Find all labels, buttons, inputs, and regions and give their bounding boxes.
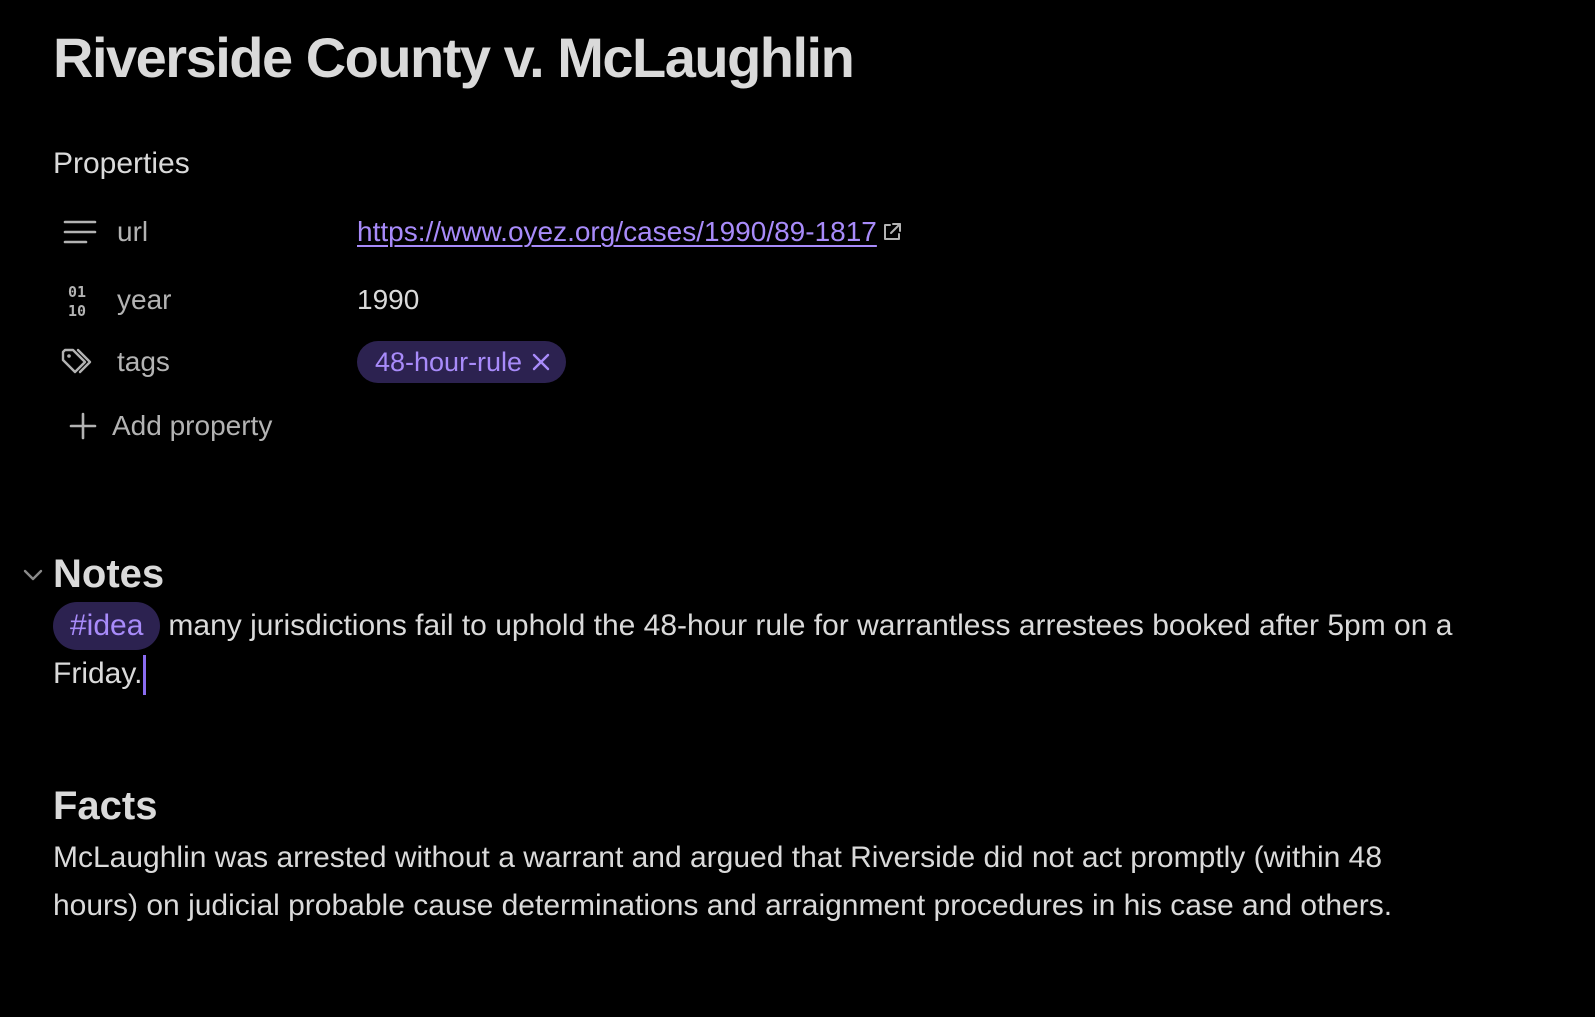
- property-value-tags: 48-hour-rule: [357, 341, 567, 383]
- notes-heading[interactable]: Notes: [53, 548, 164, 600]
- property-row-tags: tags 48-hour-rule: [60, 338, 567, 386]
- hashtag-idea[interactable]: #idea: [53, 602, 161, 650]
- chevron-down-icon[interactable]: [20, 562, 46, 588]
- notes-text: many jurisdictions fail to uphold the 48…: [53, 609, 1453, 690]
- text-lines-icon[interactable]: [60, 212, 100, 252]
- property-row-url: url https://www.oyez.org/cases/1990/89-1…: [60, 208, 901, 256]
- url-link[interactable]: https://www.oyez.org/cases/1990/89-1817: [357, 216, 877, 248]
- property-row-year: 01 10 year 1990: [60, 276, 419, 324]
- property-name-url[interactable]: url: [117, 216, 148, 248]
- tags-icon[interactable]: [60, 342, 100, 382]
- facts-heading[interactable]: Facts: [53, 780, 158, 832]
- tag-pill[interactable]: 48-hour-rule: [357, 341, 567, 383]
- svg-text:10: 10: [68, 302, 86, 318]
- text-cursor: [143, 655, 147, 696]
- property-name-tags[interactable]: tags: [117, 346, 170, 378]
- facts-body[interactable]: McLaughlin was arrested without a warran…: [53, 834, 1453, 930]
- external-link-icon[interactable]: [881, 221, 903, 243]
- tag-label: 48-hour-rule: [375, 346, 523, 377]
- plus-icon: [68, 411, 98, 441]
- number-icon[interactable]: 01 10: [60, 280, 100, 320]
- svg-text:01: 01: [68, 283, 86, 301]
- property-value-url: https://www.oyez.org/cases/1990/89-1817: [357, 216, 903, 248]
- property-name-year[interactable]: year: [117, 284, 171, 316]
- add-property-button[interactable]: Add property: [68, 410, 272, 442]
- close-icon[interactable]: [532, 353, 550, 371]
- properties-heading[interactable]: Properties: [53, 144, 190, 184]
- page-title: Riverside County v. McLaughlin: [53, 26, 855, 89]
- add-property-label: Add property: [112, 410, 273, 441]
- property-value-year[interactable]: 1990: [357, 284, 419, 316]
- notes-body[interactable]: #idea many jurisdictions fail to uphold t…: [53, 602, 1473, 698]
